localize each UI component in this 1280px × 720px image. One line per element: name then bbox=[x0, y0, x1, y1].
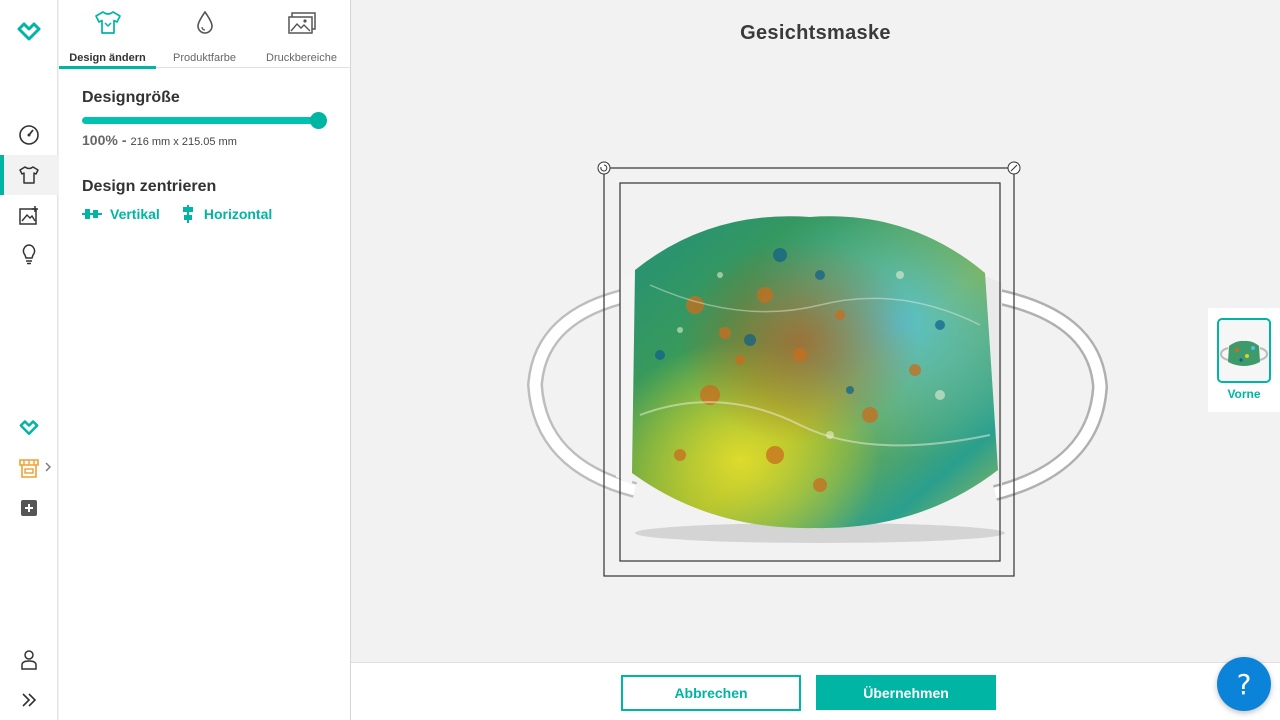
center-horizontal-button[interactable]: Horizontal bbox=[180, 205, 272, 223]
design-size-readout: 100% -216 mm x 215.05 mm bbox=[82, 132, 237, 148]
design-size-slider[interactable] bbox=[82, 112, 327, 129]
images-icon bbox=[287, 8, 317, 38]
align-vertical-icon bbox=[82, 209, 102, 219]
tab-label: Druckbereiche bbox=[266, 52, 337, 64]
user-icon[interactable] bbox=[0, 640, 58, 680]
apply-button[interactable]: Übernehmen bbox=[816, 675, 996, 710]
dashboard-icon[interactable] bbox=[0, 115, 58, 155]
resize-handle-icon[interactable] bbox=[1007, 161, 1021, 175]
mask-thumbnail bbox=[1219, 340, 1269, 366]
action-bar: Abbrechen Übernehmen bbox=[351, 662, 1280, 720]
tab-design-aendern[interactable]: Design ändern bbox=[59, 0, 156, 69]
center-vertical-button[interactable]: Vertikal bbox=[82, 205, 160, 223]
design-size-title: Designgröße bbox=[82, 89, 180, 106]
image-upload-icon[interactable] bbox=[0, 195, 58, 235]
product-title: Gesichtsmaske bbox=[740, 22, 891, 44]
align-horizontal-icon bbox=[182, 205, 193, 223]
center-options: Vertikal Horizontal bbox=[82, 205, 272, 223]
horizontal-label: Horizontal bbox=[203, 206, 273, 222]
add-icon[interactable] bbox=[0, 488, 58, 528]
slider-thumb[interactable] bbox=[310, 112, 327, 129]
view-thumb-front[interactable] bbox=[1217, 318, 1271, 383]
tab-produktfarbe[interactable]: Produktfarbe bbox=[156, 0, 253, 68]
view-switcher: Vorne bbox=[1208, 308, 1280, 412]
tab-druckbereiche[interactable]: Druckbereiche bbox=[253, 0, 350, 68]
vertical-label: Vertikal bbox=[110, 206, 160, 222]
center-design-title: Design zentrieren bbox=[82, 178, 217, 195]
design-canvas[interactable] bbox=[520, 155, 1120, 585]
tab-label: Produktfarbe bbox=[173, 52, 236, 64]
rotate-handle-icon[interactable] bbox=[597, 161, 611, 175]
slider-track[interactable] bbox=[82, 117, 319, 124]
icon-rail bbox=[0, 0, 58, 720]
view-label-front[interactable]: Vorne bbox=[1208, 387, 1280, 401]
brand-icon[interactable] bbox=[0, 408, 58, 448]
size-dimensions: 216 mm x 215.05 mm bbox=[130, 136, 237, 148]
face-mask-preview bbox=[526, 161, 1109, 577]
separator: - bbox=[121, 132, 127, 148]
tab-label: Design ändern bbox=[69, 52, 146, 64]
design-panel: Design ändern Produktfarbe Druckbereiche… bbox=[59, 0, 351, 720]
help-button[interactable]: ? bbox=[1217, 657, 1271, 711]
panel-tabs: Design ändern Produktfarbe Druckbereiche bbox=[59, 0, 350, 69]
drop-icon bbox=[195, 8, 215, 38]
logo-icon[interactable] bbox=[0, 12, 58, 52]
expand-icon[interactable] bbox=[0, 680, 58, 720]
shirt-icon[interactable] bbox=[0, 155, 58, 195]
cancel-button[interactable]: Abbrechen bbox=[621, 675, 801, 711]
chevron-right-icon[interactable] bbox=[44, 461, 52, 473]
shirt-icon bbox=[94, 8, 122, 38]
size-percent: 100% bbox=[82, 132, 118, 148]
lightbulb-icon[interactable] bbox=[0, 234, 58, 274]
